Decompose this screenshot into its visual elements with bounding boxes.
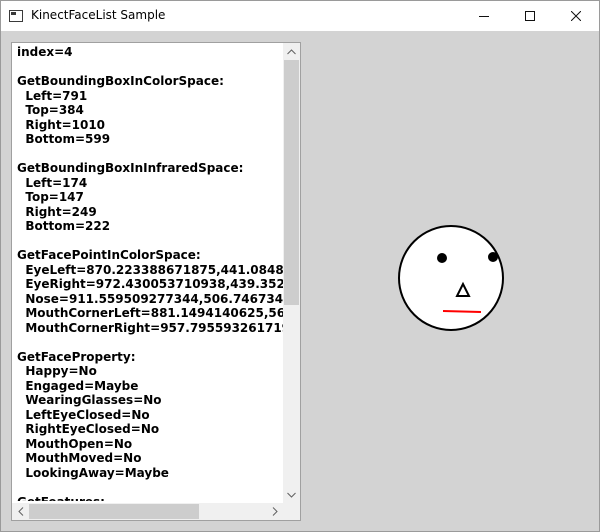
scroll-right-button[interactable] (266, 503, 283, 520)
face-drawing (398, 225, 504, 331)
text-line: Left=791 (17, 88, 88, 103)
text-line: GetFacePointInColorSpace: (17, 248, 201, 262)
face-drawing-canvas (381, 216, 521, 341)
text-line: Top=384 (17, 103, 84, 117)
chevron-down-icon (287, 492, 296, 498)
text-line: MouthCornerLeft=881.1494140625,560.04 (25, 306, 283, 320)
close-icon (571, 11, 581, 21)
mouth (442, 310, 482, 313)
text-line: Top=147 (17, 190, 84, 204)
app-window: KinectFaceList Sample index=4 GetBounding… (0, 0, 600, 532)
face-info-textbox[interactable]: index=4 GetBoundingBoxInColorSpace: Left=… (11, 42, 301, 521)
text-line: Right=1010 (17, 117, 106, 132)
title-bar[interactable]: KinectFaceList Sample (1, 1, 599, 31)
text-line (17, 234, 283, 249)
text-line: Happy=No (17, 364, 97, 378)
horizontal-scroll-thumb[interactable] (29, 504, 199, 519)
text-line: LeftEyeClosed=No (17, 407, 150, 422)
app-icon (9, 10, 23, 22)
text-line: GetFaceProperty: (17, 349, 136, 364)
text-line: RightEyeClosed=No (17, 422, 160, 436)
text-line (17, 147, 283, 162)
maximize-icon (525, 11, 535, 21)
text-line: GetBoundingBoxInColorSpace: (17, 74, 224, 88)
minimize-icon (479, 16, 489, 17)
text-line: LookingAway=Maybe (17, 465, 169, 480)
right-eye (488, 252, 498, 262)
face-outline (398, 225, 504, 331)
text-line: EyeRight=972.430053710938,439.352539 (17, 277, 283, 291)
text-line: GetBoundingBoxInInfraredSpace: (17, 161, 244, 175)
text-line: EyeLeft=870.223388671875,441.0848999 (17, 262, 283, 277)
text-line: MouthCornerRight=957.795593261719,56 (17, 320, 283, 335)
text-line: Right=249 (17, 204, 97, 219)
scroll-down-button[interactable] (283, 486, 300, 503)
scroll-left-button[interactable] (12, 503, 29, 520)
scrollbar-corner (283, 503, 300, 520)
text-line: Engaged=Maybe (17, 378, 139, 393)
text-line (17, 335, 283, 350)
vertical-scrollbar[interactable] (283, 43, 300, 503)
text-line: MouthMoved=No (17, 451, 142, 465)
text-line (17, 60, 283, 75)
text-line: MouthOpen=No (17, 436, 133, 451)
text-line: GetFeatures: (17, 495, 283, 502)
face-info-text: index=4 GetBoundingBoxInColorSpace: Left=… (17, 45, 283, 501)
text-line: Bottom=222 (17, 219, 111, 233)
scroll-up-button[interactable] (283, 43, 300, 60)
text-line (17, 480, 283, 495)
text-line: Bottom=599 (17, 132, 111, 146)
chevron-right-icon (272, 507, 278, 516)
horizontal-scrollbar[interactable] (12, 503, 283, 520)
text-line: index=4 (17, 45, 73, 59)
text-line: WearingGlasses=No (17, 393, 162, 407)
text-line: Nose=911.559509277344,506.746734619 (17, 291, 283, 306)
chevron-left-icon (17, 507, 23, 516)
close-button[interactable] (553, 1, 599, 31)
window-title: KinectFaceList Sample (31, 8, 166, 22)
text-line: Left=174 (17, 175, 88, 190)
left-eye (437, 253, 447, 263)
maximize-button[interactable] (507, 1, 553, 31)
chevron-up-icon (287, 48, 296, 54)
minimize-button[interactable] (461, 1, 507, 31)
vertical-scroll-thumb[interactable] (284, 60, 299, 305)
